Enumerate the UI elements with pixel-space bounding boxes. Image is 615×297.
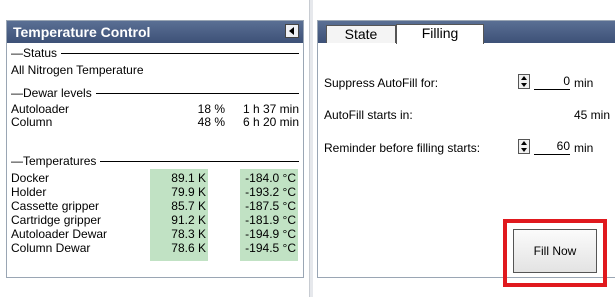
divider [100, 160, 299, 162]
arrow-up-icon [521, 141, 527, 145]
tab-state[interactable]: State [326, 25, 396, 43]
reminder-spin-button[interactable] [518, 139, 530, 154]
reminder-unit: min [574, 141, 594, 155]
top-chrome [0, 0, 615, 16]
autofill-label: AutoFill starts in: [324, 108, 413, 122]
temp-celsius: -184.0 °C [245, 171, 296, 185]
dewar-name: Column [11, 115, 53, 129]
suppress-unit: min [574, 76, 594, 90]
panel-header: Temperature Control [7, 21, 303, 43]
tab-strip: State Filling [318, 21, 615, 44]
temperatures-heading: Temperatures [23, 154, 97, 168]
temperature-control-panel: Temperature Control — Status All Nitroge… [6, 20, 304, 278]
suppress-spin-button[interactable] [518, 74, 530, 89]
dewar-section-header: — Dewar levels [11, 86, 299, 100]
status-section-header: — Status [11, 46, 299, 60]
arrow-down-icon [521, 83, 527, 87]
suppress-value: 0 [563, 74, 570, 88]
temp-name: Cassette gripper [11, 199, 100, 213]
suppress-input[interactable]: 0 [534, 74, 570, 90]
panel-title: Temperature Control [13, 24, 151, 40]
dewar-pct: 48 % [197, 115, 225, 129]
collapse-left-icon [289, 27, 294, 35]
temp-name: Cartridge gripper [11, 213, 102, 227]
temperatures-section-header: — Temperatures [11, 154, 299, 168]
dewar-time: 1 h 37 min [242, 102, 299, 116]
panel-splitter[interactable] [309, 0, 313, 297]
arrow-down-icon [521, 148, 527, 152]
collapse-button[interactable] [285, 24, 299, 38]
temp-name: Docker [11, 171, 50, 185]
temp-celsius: -193.2 °C [245, 185, 296, 199]
divider [61, 52, 299, 54]
reminder-value: 60 [556, 139, 570, 153]
temp-name: Column Dewar [11, 241, 91, 255]
status-text: All Nitrogen Temperature [11, 63, 144, 77]
reminder-label: Reminder before filling starts: [324, 141, 481, 155]
temp-celsius: -194.9 °C [245, 227, 296, 241]
dewar-heading: Dewar levels [23, 86, 92, 100]
divider [95, 92, 299, 94]
temp-kelvin: 85.7 K [171, 199, 206, 213]
tab-filling[interactable]: Filling [396, 24, 484, 44]
autofill-value: 45 min [573, 108, 610, 122]
temp-name: Autoloader Dewar [11, 227, 108, 241]
temp-kelvin: 89.1 K [171, 171, 206, 185]
temp-name: Holder [11, 185, 47, 199]
temp-kelvin: 79.9 K [171, 185, 206, 199]
reminder-input[interactable]: 60 [534, 139, 570, 155]
temp-celsius: -181.9 °C [245, 213, 296, 227]
temp-kelvin: 78.6 K [171, 241, 206, 255]
temp-kelvin: 78.3 K [171, 227, 206, 241]
temp-celsius: -187.5 °C [245, 199, 296, 213]
temp-celsius: -194.5 °C [245, 241, 296, 255]
suppress-label: Suppress AutoFill for: [324, 76, 439, 90]
dewar-name: Autoloader [11, 102, 70, 116]
arrow-up-icon [521, 76, 527, 80]
fill-now-button[interactable]: Fill Now [513, 229, 597, 273]
dewar-time: 6 h 20 min [242, 115, 299, 129]
status-heading: Status [23, 46, 58, 60]
temp-kelvin: 91.2 K [171, 213, 206, 227]
dewar-pct: 18 % [197, 102, 225, 116]
